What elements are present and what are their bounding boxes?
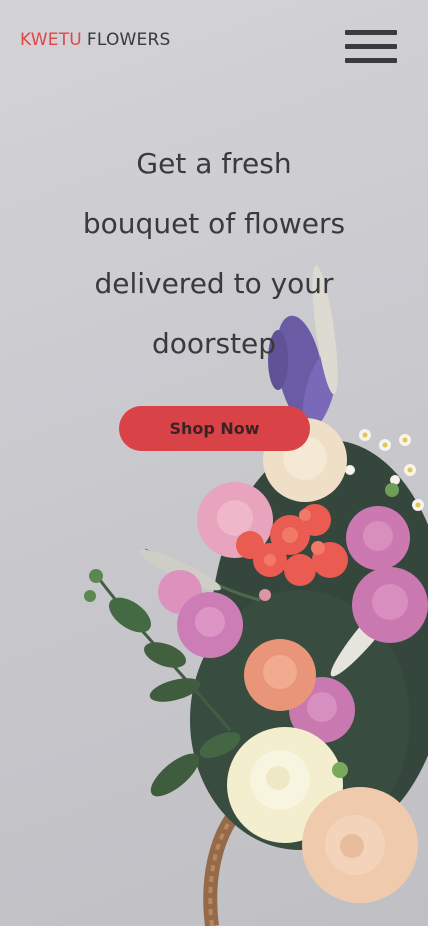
menu-bar: [345, 58, 397, 63]
hamburger-menu-icon[interactable]: [345, 22, 397, 68]
brand-name-accent: KWETU: [20, 30, 82, 50]
brand-logo[interactable]: KWETU FLOWERS: [20, 30, 171, 50]
menu-bar: [345, 30, 397, 35]
menu-bar: [345, 44, 397, 49]
hero-section: KWETU FLOWERS Get a fresh bouquet of flow…: [0, 0, 428, 926]
headline-line: bouquet of flowers: [82, 207, 346, 240]
headline-line: delivered to your: [94, 267, 334, 300]
brand-name-rest: FLOWERS: [86, 30, 171, 50]
headline-line: doorstep: [151, 327, 277, 360]
hero-headline: Get a fresh bouquet of flowers delivered…: [34, 134, 394, 374]
shop-now-button[interactable]: Shop Now: [119, 406, 310, 451]
headline-line: Get a fresh: [136, 147, 292, 180]
